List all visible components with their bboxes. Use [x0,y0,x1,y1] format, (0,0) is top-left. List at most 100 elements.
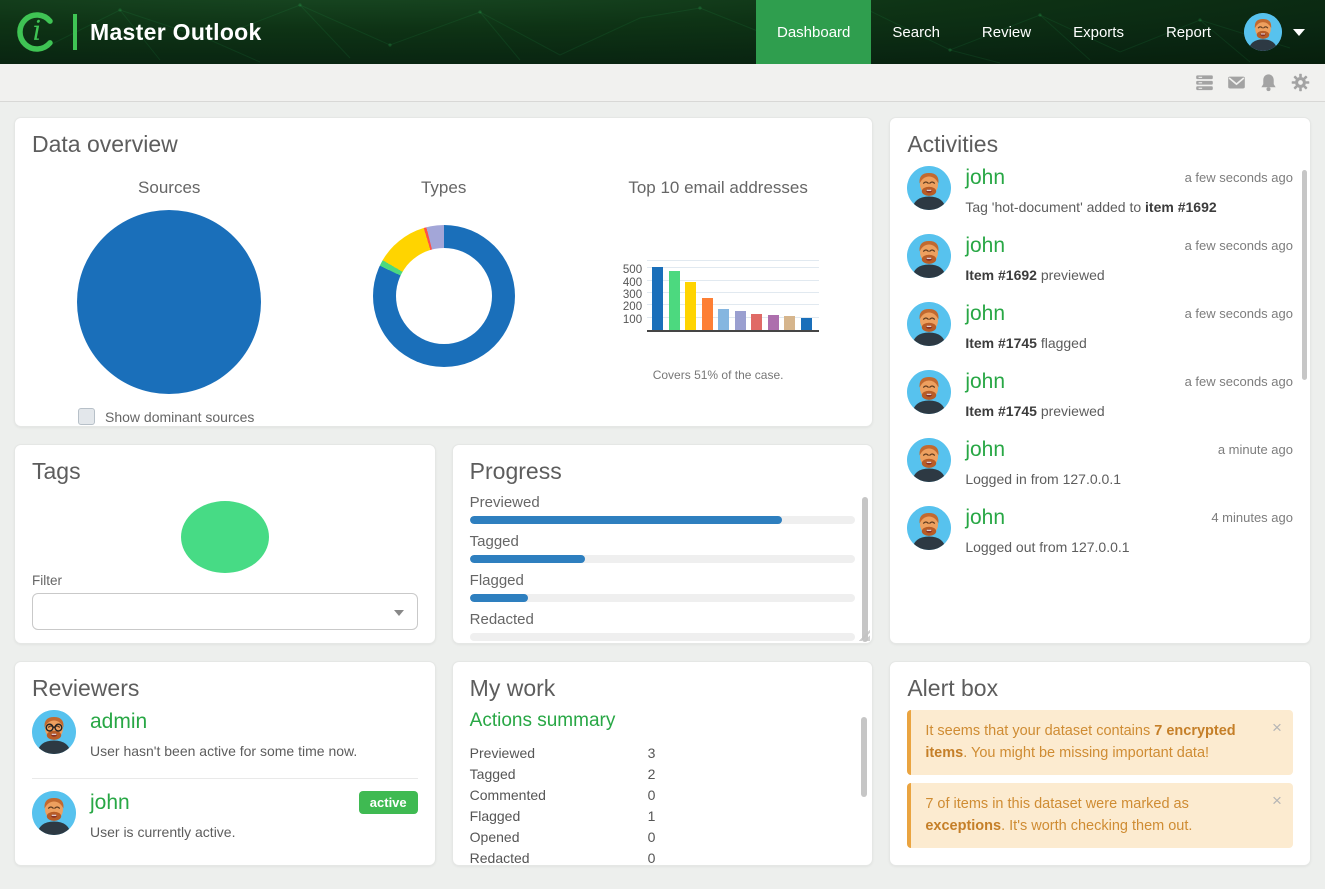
activity-message: Tag 'hot-document' added to item #1692 [965,199,1293,215]
avatar [907,370,951,414]
close-icon[interactable]: × [1272,792,1282,809]
resize-handle[interactable] [857,628,870,641]
top10-chart-title: Top 10 email addresses [581,178,855,198]
progress-bar-redacted [470,633,856,641]
nav-tab-dashboard[interactable]: Dashboard [756,0,871,64]
filter-label: Filter [32,573,418,588]
bar [751,314,762,330]
avatar [907,302,951,346]
reviewer-status-text: User hasn't been active for some time no… [90,743,418,759]
reviewer-item: admin User hasn't been active for some t… [32,710,418,759]
activity-item: john 4 minutes ago Logged out from 127.0… [907,506,1293,555]
tags-filter-select[interactable] [32,593,418,630]
activity-user-link[interactable]: john [965,438,1005,462]
reviewer-item: john active User is currently active. [32,791,418,840]
bar [784,316,795,330]
brand-logo[interactable]: i Master Outlook [0,0,262,64]
sources-chart-title: Sources [32,178,306,198]
progress-label: Previewed [470,494,856,511]
scrollbar-thumb[interactable] [862,497,868,642]
panel-reviewers: Reviewers admin User hasn't been active … [14,661,436,866]
top10-ticks: 100200300400500 [617,260,647,332]
close-icon[interactable]: × [1272,719,1282,736]
bell-icon[interactable] [1259,73,1278,92]
secondary-toolbar [0,64,1325,102]
activity-timestamp: a few seconds ago [1185,166,1293,185]
app-logo-icon: i [14,9,60,55]
progress-fill [470,516,782,524]
sources-pie [77,210,261,394]
panel-title: Alert box [907,675,1293,702]
bar [685,282,696,330]
reviewer-user-link[interactable]: john [90,791,130,815]
activity-item: john a minute ago Logged in from 127.0.0… [907,438,1293,487]
nav-tab-review[interactable]: Review [961,0,1052,64]
donut-hole [396,248,492,344]
svg-text:i: i [33,16,42,47]
scrollbar-thumb[interactable] [861,717,867,797]
main-nav: Dashboard Search Review Exports Report [756,0,1325,64]
table-row: Opened0 [470,826,656,847]
user-menu[interactable] [1232,0,1325,64]
activity-user-link[interactable]: john [965,506,1005,530]
panel-my-work: My work Actions summary Previewed3 Tagge… [452,661,874,866]
panel-tags: Tags Filter [14,444,436,644]
top10-plot [647,260,819,332]
panel-progress: Progress Previewed Tagged Flagged Redact… [452,444,874,644]
nav-tab-report[interactable]: Report [1145,0,1232,64]
tags-bubble [181,501,269,573]
types-donut [373,225,515,367]
bar [718,309,729,330]
brand-separator [73,14,77,50]
scrollbar-thumb[interactable] [1302,170,1307,380]
chevron-down-icon [1293,29,1305,36]
activity-item: john a few seconds ago Tag 'hot-document… [907,166,1293,215]
nav-tab-exports[interactable]: Exports [1052,0,1145,64]
bar [702,298,713,330]
top10-chart-column: Top 10 email addresses 100200300400500 C… [581,166,855,425]
sources-chart-column: Sources Show dominant sources [32,166,306,425]
mail-icon[interactable] [1227,73,1246,92]
checkbox-label: Show dominant sources [105,409,254,425]
bar [768,315,779,330]
activity-user-link[interactable]: john [965,370,1005,394]
panel-title: My work [470,675,856,702]
activity-timestamp: 4 minutes ago [1211,506,1293,525]
dashboard-grid: Data overview Sources Show dominant sour… [0,102,1325,881]
table-row: Commented0 [470,784,656,805]
activity-user-link[interactable]: john [965,234,1005,258]
activity-item: john a few seconds ago Item #1745 previe… [907,370,1293,419]
activity-user-link[interactable]: john [965,166,1005,190]
panel-data-overview: Data overview Sources Show dominant sour… [14,117,873,427]
status-badge: active [359,791,418,814]
avatar [907,234,951,278]
bar [669,271,680,330]
reviewer-status-text: User is currently active. [90,824,418,840]
nav-tab-search[interactable]: Search [871,0,961,64]
bar [801,318,812,330]
actions-summary-heading: Actions summary [470,710,856,732]
panel-activities: Activities john a few seconds ago Tag 'h… [889,117,1311,644]
activity-timestamp: a minute ago [1218,438,1293,457]
progress-bar-tagged [470,555,856,563]
progress-label: Redacted [470,611,856,628]
avatar [907,438,951,482]
panel-title: Reviewers [32,675,418,702]
show-dominant-sources-checkbox[interactable] [78,408,95,425]
chevron-down-icon [394,610,404,616]
activity-timestamp: a few seconds ago [1185,234,1293,253]
avatar [907,506,951,550]
panel-title: Data overview [32,131,855,158]
user-avatar [1244,13,1282,51]
panel-title: Tags [32,458,418,485]
gear-icon[interactable] [1291,73,1310,92]
reviewer-user-link[interactable]: admin [90,710,147,734]
activity-user-link[interactable]: john [965,302,1005,326]
actions-summary-table: Previewed3 Tagged2 Commented0 Flagged1 O… [470,742,656,866]
avatar [907,166,951,210]
queue-icon[interactable] [1195,73,1214,92]
alert-warning: It seems that your dataset contains 7 en… [907,710,1293,775]
progress-bar-flagged [470,594,856,602]
progress-fill [470,594,528,602]
activity-message: Item #1745 flagged [965,335,1293,351]
